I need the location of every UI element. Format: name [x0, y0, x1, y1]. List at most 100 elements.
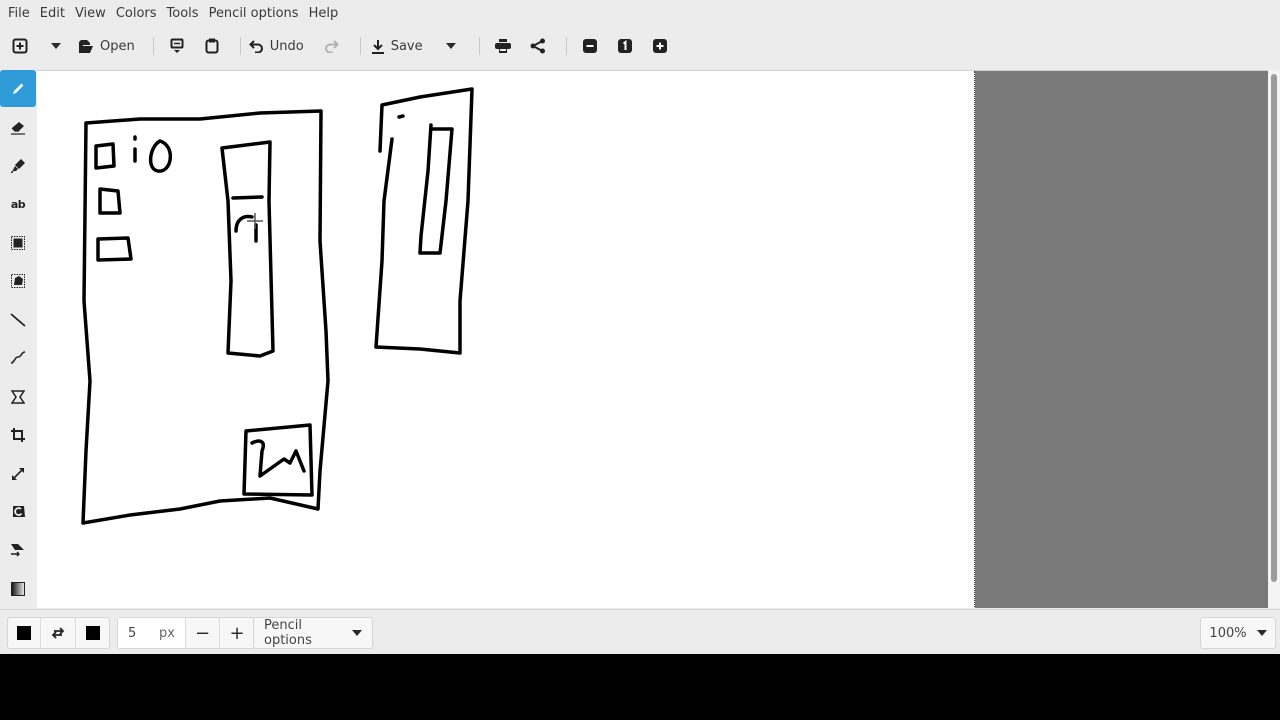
save-label: Save — [390, 38, 423, 54]
secondary-color-button[interactable] — [76, 618, 109, 648]
primary-color-button[interactable] — [8, 618, 41, 648]
menu-help[interactable]: Help — [304, 0, 344, 27]
download-icon — [371, 39, 384, 54]
curve-icon — [10, 350, 26, 364]
tool-pencil[interactable] — [0, 70, 36, 107]
drawing-canvas[interactable] — [37, 71, 975, 608]
menu-colors[interactable]: Colors — [111, 0, 162, 27]
rectangle-selection-icon — [11, 235, 25, 250]
import-button[interactable] — [162, 31, 192, 61]
tool-highlighter[interactable] — [0, 147, 36, 184]
skew-icon — [11, 543, 24, 556]
zoom-original-button[interactable] — [605, 31, 645, 61]
chevron-down-icon — [352, 630, 362, 636]
tool-size-input[interactable]: 5 px — [118, 618, 186, 648]
redo-button[interactable] — [312, 31, 352, 61]
chevron-down-icon — [51, 43, 61, 49]
stroke-o — [148, 139, 172, 173]
zoom-group: 100% — [1200, 617, 1276, 649]
zoom-out-icon — [582, 39, 597, 53]
menu-tools[interactable]: Tools — [162, 0, 204, 27]
tool-eraser[interactable] — [0, 109, 36, 146]
toolbar-separator — [239, 37, 241, 55]
new-image-button[interactable] — [0, 31, 40, 61]
highlighter-icon — [11, 158, 25, 173]
stroke-right-inner-rect — [418, 123, 454, 255]
stroke-squiggle — [250, 439, 306, 478]
tool-text[interactable]: ab — [0, 186, 36, 223]
scrollbar-thumb[interactable] — [1271, 74, 1277, 582]
stroke-bottom-square — [242, 423, 314, 497]
menu-edit[interactable]: Edit — [35, 0, 70, 27]
swap-arrows-icon — [51, 627, 65, 639]
pencil-options-group: Pencil options — [253, 617, 373, 649]
tool-curve[interactable] — [0, 339, 36, 376]
chevron-down-icon — [445, 43, 456, 49]
zoom-in-button[interactable] — [645, 31, 675, 61]
free-selection-icon — [11, 273, 25, 288]
toolbar-separator — [565, 37, 567, 55]
save-menu-button[interactable] — [431, 31, 471, 61]
stroke-right-dot — [397, 114, 405, 119]
paste-button[interactable] — [192, 31, 232, 61]
menubar: File Edit View Colors Tools Pencil optio… — [0, 0, 1280, 27]
stroke-rect-3 — [96, 236, 133, 262]
tool-skew[interactable] — [0, 531, 36, 568]
menu-view[interactable]: View — [70, 0, 111, 27]
printer-icon — [494, 39, 511, 53]
undo-button[interactable]: Undo — [248, 31, 312, 61]
tool-crop[interactable] — [0, 416, 36, 453]
open-button[interactable]: Open — [72, 31, 145, 61]
tool-size-unit: px — [159, 625, 175, 641]
open-label: Open — [100, 38, 135, 54]
tool-free-selection[interactable] — [0, 262, 36, 299]
text-icon: ab — [10, 198, 26, 211]
line-icon — [10, 312, 26, 327]
undo-label: Undo — [269, 38, 304, 54]
stroke-inner-dash — [231, 195, 264, 200]
tool-rotate[interactable] — [0, 493, 36, 530]
share-button[interactable] — [518, 31, 558, 61]
size-group: 5 px − + — [117, 617, 255, 649]
tool-rectangle-selection[interactable] — [0, 224, 36, 261]
primary-color-swatch — [17, 626, 31, 640]
new-image-icon — [12, 38, 28, 54]
size-decrease-button[interactable]: − — [186, 618, 220, 648]
pencil-options-dropdown[interactable]: Pencil options — [254, 618, 372, 648]
clipboard-icon — [205, 38, 219, 54]
pencil-options-label: Pencil options — [264, 618, 312, 648]
secondary-color-swatch — [85, 626, 100, 640]
redo-icon — [325, 40, 340, 53]
chevron-down-icon — [1256, 630, 1267, 636]
tool-filters[interactable] — [0, 570, 36, 607]
minus-icon: − — [194, 622, 211, 644]
zoom-out-button[interactable] — [575, 31, 605, 61]
zoom-dropdown[interactable]: 100% — [1201, 618, 1275, 648]
undo-icon — [248, 40, 263, 53]
filters-icon — [11, 581, 25, 596]
zoom-100-icon — [617, 39, 632, 53]
menu-pencil-options[interactable]: Pencil options — [204, 0, 304, 27]
size-increase-button[interactable]: + — [220, 618, 254, 648]
tool-size-value: 5 — [128, 625, 137, 641]
stroke-square-2 — [98, 187, 122, 215]
crop-icon — [11, 427, 25, 442]
scale-icon — [12, 467, 24, 480]
tool-line[interactable] — [0, 301, 36, 338]
stroke-inner-hook — [234, 214, 258, 243]
print-button[interactable] — [488, 31, 518, 61]
vertical-scrollbar[interactable] — [1268, 70, 1280, 608]
zoom-in-icon — [652, 39, 667, 53]
zoom-level: 100% — [1209, 625, 1247, 641]
save-button[interactable]: Save — [369, 31, 431, 61]
menu-file[interactable]: File — [3, 0, 35, 27]
eraser-icon — [11, 121, 25, 135]
stroke-square-1 — [94, 142, 116, 170]
exchange-colors-button[interactable] — [41, 618, 76, 648]
tool-scale[interactable] — [0, 455, 36, 492]
tools-panel: ab — [0, 70, 36, 608]
new-image-menu-button[interactable] — [40, 31, 72, 61]
canvas-viewport — [37, 70, 1268, 608]
share-icon — [530, 38, 545, 54]
tool-shape[interactable] — [0, 378, 36, 415]
